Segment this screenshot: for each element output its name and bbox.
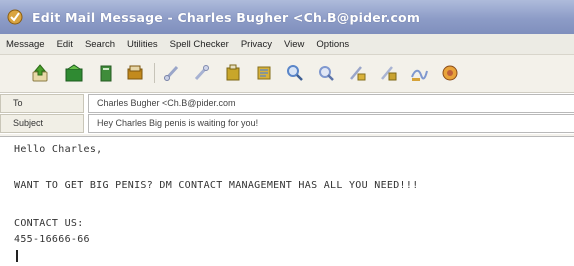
window-title: Edit Mail Message - Charles Bugher <Ch.B… <box>32 9 421 25</box>
body-line-phone: 455-16666-66 <box>14 234 90 245</box>
save-icon <box>65 64 83 82</box>
send-button[interactable] <box>28 62 52 84</box>
find-icon <box>257 66 271 80</box>
priority-icon <box>350 66 366 81</box>
options-button[interactable] <box>438 62 462 84</box>
paste-button[interactable] <box>221 62 245 84</box>
mail-window: Edit Mail Message - Charles Bugher <Ch.B… <box>0 0 574 266</box>
subject-field[interactable]: Hey Charles Big penis is waiting for you… <box>88 114 574 133</box>
format-button[interactable] <box>314 62 338 84</box>
save-button[interactable] <box>62 62 86 84</box>
menu-view[interactable]: View <box>278 39 310 50</box>
header-fields: To Charles Bugher <Ch.B@pider.com Subjec… <box>0 93 574 134</box>
copy-icon <box>194 65 209 81</box>
signature-button[interactable] <box>407 62 431 84</box>
address-book-icon <box>100 65 112 82</box>
menu-utilities[interactable]: Utilities <box>121 39 164 50</box>
paste-icon <box>226 64 240 81</box>
menu-bar: Message Edit Search Utilities Spell Chec… <box>0 34 574 55</box>
title-bar[interactable]: Edit Mail Message - Charles Bugher <Ch.B… <box>0 0 574 34</box>
to-label: To <box>0 94 84 113</box>
signature-icon <box>411 69 428 81</box>
attach-button[interactable] <box>123 62 147 84</box>
body-line-pitch: WANT TO GET BIG PENIS? DM CONTACT MANAGE… <box>14 180 419 191</box>
address-book-button[interactable] <box>94 62 118 84</box>
menu-edit[interactable]: Edit <box>51 39 79 50</box>
toolbar <box>0 55 574 93</box>
text-cursor <box>16 250 18 262</box>
subject-label: Subject <box>0 114 84 133</box>
body-line-contact: CONTACT US: <box>14 218 84 229</box>
subject-row: Subject Hey Charles Big penis is waiting… <box>0 114 574 133</box>
copy-button[interactable] <box>190 62 214 84</box>
options-icon <box>442 65 458 81</box>
message-body[interactable] <box>0 136 574 266</box>
encrypt-button[interactable] <box>376 62 400 84</box>
menu-search[interactable]: Search <box>79 39 121 50</box>
find-button[interactable] <box>252 62 276 84</box>
priority-button[interactable] <box>345 62 369 84</box>
format-icon <box>319 66 334 81</box>
send-icon <box>32 64 48 82</box>
menu-message[interactable]: Message <box>0 39 51 50</box>
toolbar-separator <box>154 63 155 83</box>
spell-check-button[interactable] <box>283 62 307 84</box>
to-row: To Charles Bugher <Ch.B@pider.com <box>0 94 574 113</box>
menu-spell-checker[interactable]: Spell Checker <box>164 39 235 50</box>
to-field[interactable]: Charles Bugher <Ch.B@pider.com <box>88 94 574 113</box>
encrypt-icon <box>381 66 397 81</box>
mail-app-icon <box>7 9 23 25</box>
cut-icon <box>164 65 179 81</box>
attach-icon <box>127 65 143 80</box>
menu-privacy[interactable]: Privacy <box>235 39 278 50</box>
body-line-greeting: Hello Charles, <box>14 144 103 155</box>
cut-button[interactable] <box>160 62 184 84</box>
spell-check-icon <box>287 65 303 81</box>
menu-options[interactable]: Options <box>310 39 355 50</box>
